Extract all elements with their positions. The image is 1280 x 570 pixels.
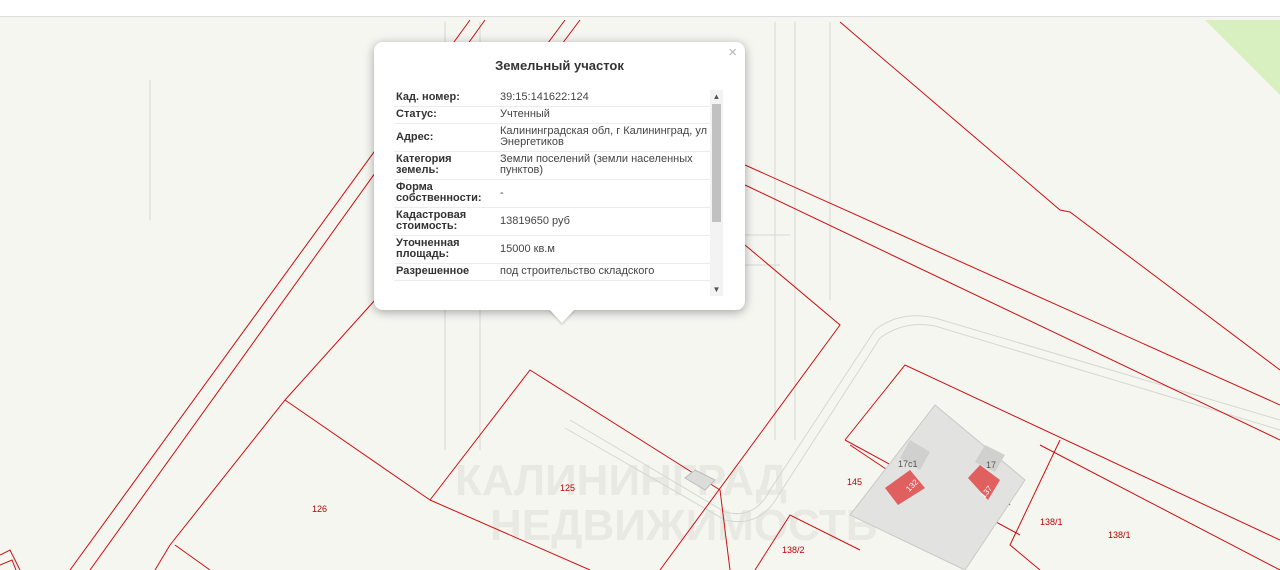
row-key: Разрешенное — [394, 263, 498, 281]
watermark-line-1: КАЛИНИНГРАД — [455, 456, 787, 505]
popup-scrollbar[interactable]: ▲ ▼ — [710, 90, 723, 296]
table-row: Кад. номер: 39:15:141622:124 — [394, 90, 712, 107]
parcel-label-138-1-b[interactable]: 138/1 — [1108, 530, 1131, 540]
scroll-down-icon[interactable]: ▼ — [710, 283, 723, 296]
popup-body[interactable]: Кад. номер: 39:15:141622:124 Статус: Учтен… — [394, 90, 729, 295]
row-value: под строительство складского — [498, 263, 712, 281]
row-value: - — [498, 179, 712, 208]
top-toolbar — [0, 0, 1280, 17]
row-key: Кад. номер: — [394, 90, 498, 107]
info-table: Кад. номер: 39:15:141622:124 Статус: Учтен… — [394, 90, 712, 281]
row-value: 15000 кв.м — [498, 235, 712, 264]
scroll-up-icon[interactable]: ▲ — [710, 90, 723, 103]
popup-title: Земельный участок — [495, 58, 624, 73]
building-label-17[interactable]: 17 — [986, 460, 996, 470]
row-key: Уточненная площадь: — [394, 235, 498, 264]
popup-pointer — [549, 309, 575, 323]
row-key: Категория земель: — [394, 151, 498, 180]
row-value: Учтенный — [498, 106, 712, 124]
table-row: Статус: Учтенный — [394, 106, 712, 124]
row-key: Форма собственности: — [394, 179, 498, 208]
row-key: Статус: — [394, 106, 498, 124]
parcel-info-popup: × Земельный участок Кад. номер: 39:15:141… — [374, 42, 745, 310]
table-row: Категория земель: Земли поселений (земли … — [394, 151, 712, 180]
row-key: Адрес: — [394, 123, 498, 152]
parcel-label-138-1-a[interactable]: 138/1 — [1040, 517, 1063, 527]
parcel-label-145[interactable]: 145 — [847, 477, 862, 487]
parcel-label-126[interactable]: 126 — [312, 504, 327, 514]
table-row: Разрешенное под строительство складского — [394, 263, 712, 281]
watermark-line-2: НЕДВИЖИМОСТЬ — [490, 501, 877, 550]
table-row: Адрес: Калининградская обл, г Калининград… — [394, 123, 712, 152]
parcel-label-125[interactable]: 125 — [560, 483, 575, 493]
building-label-17c1[interactable]: 17с1 — [898, 459, 918, 469]
row-value: Земли поселений (земли населенных пункто… — [498, 151, 712, 180]
table-row: Кадастровая стоимость: 13819650 руб — [394, 207, 712, 236]
scrollbar-thumb[interactable] — [712, 104, 721, 222]
row-value: 13819650 руб — [498, 207, 712, 236]
row-key: Кадастровая стоимость: — [394, 207, 498, 236]
parcel-label-138-2[interactable]: 138/2 — [782, 545, 805, 555]
table-row: Уточненная площадь: 15000 кв.м — [394, 235, 712, 264]
row-value: Калининградская обл, г Калининград, ул Э… — [498, 123, 712, 152]
row-value: 39:15:141622:124 — [498, 90, 712, 107]
table-row: Форма собственности: - — [394, 179, 712, 208]
